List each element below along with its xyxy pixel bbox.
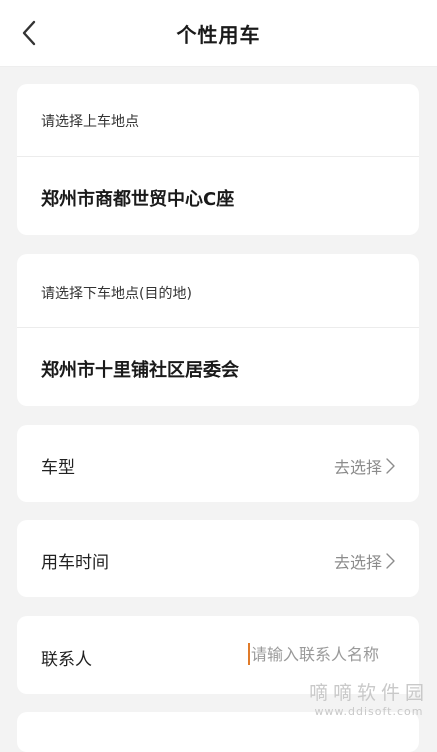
chevron-right-icon bbox=[386, 458, 395, 474]
ride-time-row[interactable]: 用车时间 去选择 bbox=[17, 520, 419, 597]
pickup-card[interactable]: 请选择上车地点 郑州市商都世贸中心C座 bbox=[17, 84, 419, 235]
divider bbox=[17, 156, 419, 157]
dropoff-caption: 请选择下车地点(目的地) bbox=[41, 286, 192, 302]
contact-name-input[interactable] bbox=[251, 644, 397, 664]
contact-label: 联系人 bbox=[41, 650, 92, 670]
vehicle-type-label: 车型 bbox=[41, 458, 75, 478]
pickup-caption: 请选择上车地点 bbox=[41, 114, 139, 130]
ride-time-select[interactable]: 去选择 bbox=[334, 549, 395, 573]
dropoff-location-value[interactable]: 郑州市十里铺社区居委会 bbox=[41, 356, 239, 382]
ride-time-action-label: 去选择 bbox=[333, 553, 382, 572]
text-cursor bbox=[248, 643, 250, 665]
chevron-right-icon bbox=[386, 553, 395, 569]
contact-input-wrap[interactable] bbox=[248, 643, 397, 665]
vehicle-type-action-label: 去选择 bbox=[333, 458, 382, 477]
dropoff-card[interactable]: 请选择下车地点(目的地) 郑州市十里铺社区居委会 bbox=[17, 254, 419, 406]
next-card bbox=[17, 712, 419, 752]
vehicle-type-row[interactable]: 车型 去选择 bbox=[17, 425, 419, 502]
divider bbox=[17, 327, 419, 328]
page-title: 个性用车 bbox=[176, 23, 261, 47]
ride-time-label: 用车时间 bbox=[41, 553, 109, 573]
pickup-location-value[interactable]: 郑州市商都世贸中心C座 bbox=[41, 185, 234, 211]
vehicle-type-select[interactable]: 去选择 bbox=[334, 454, 395, 478]
header-bar: 个性用车 bbox=[0, 0, 437, 67]
contact-row: 联系人 bbox=[17, 616, 419, 694]
